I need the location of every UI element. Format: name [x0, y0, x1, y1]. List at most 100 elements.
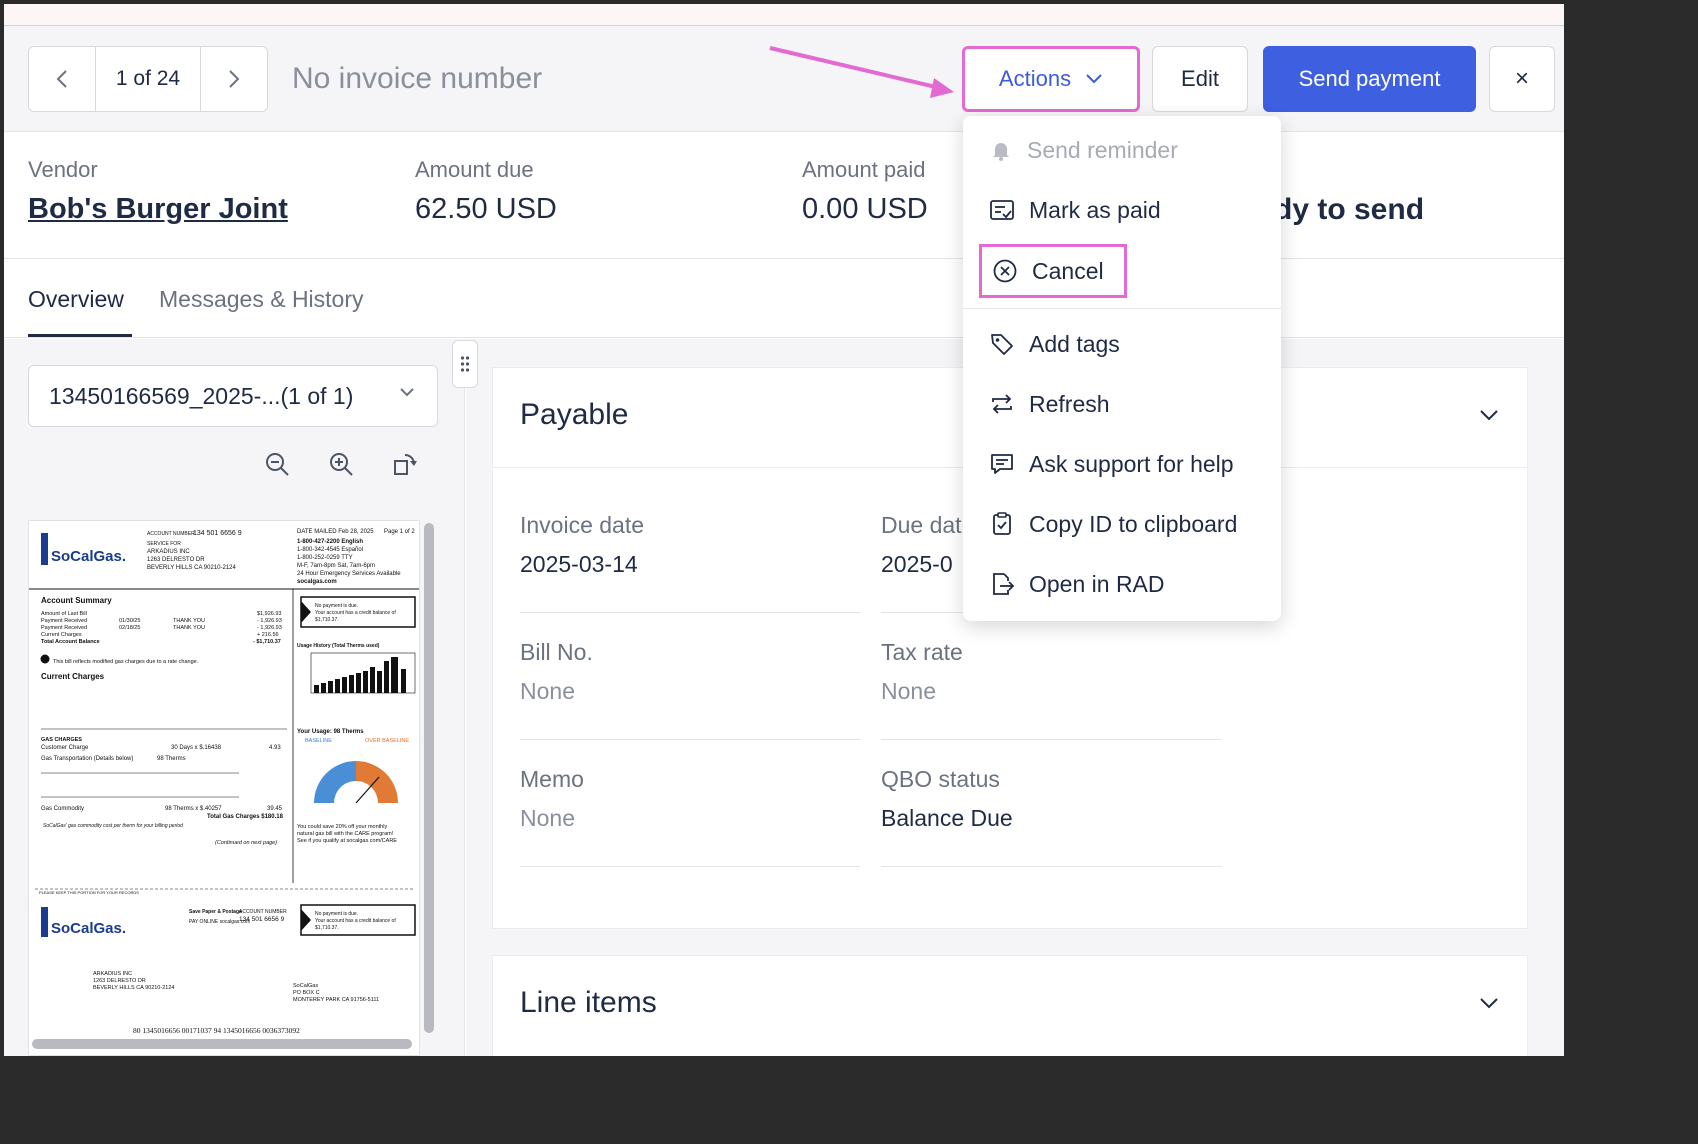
pane-resize-handle[interactable]	[452, 340, 478, 388]
bill-stub-account-label: ACCOUNT NUMBER	[239, 909, 287, 915]
actions-button[interactable]: Actions	[962, 46, 1140, 112]
menu-item-copy-id[interactable]: Copy ID to clipboard	[989, 504, 1237, 544]
rotate-icon[interactable]	[392, 451, 418, 477]
bill-no-payment-1: No payment is due.	[315, 603, 358, 609]
line-items-title: Line items	[520, 986, 657, 1019]
svg-text:- 1,926.93: - 1,926.93	[257, 625, 282, 631]
refresh-icon	[989, 391, 1015, 417]
bill-care-note-3: See if you qualify at socalgas.com/CARE	[297, 838, 397, 844]
zoom-in-icon[interactable]	[328, 451, 354, 477]
bill-customer-city: BEVERLY HILLS CA 90210-2124	[147, 565, 237, 571]
svg-text:- $1,710.37: - $1,710.37	[253, 639, 281, 645]
bill-service-for: SERVICE FOR	[147, 541, 181, 547]
menu-item-label: Add tags	[1029, 330, 1120, 357]
pager-counter: 1 of 24	[95, 47, 201, 111]
svg-text:- 1,926.93: - 1,926.93	[257, 618, 282, 624]
document-horizontal-scrollbar[interactable]	[32, 1039, 412, 1049]
svg-text:THANK YOU: THANK YOU	[173, 618, 205, 624]
svg-text:$1,926.93: $1,926.93	[257, 611, 281, 617]
menu-item-refresh[interactable]: Refresh	[989, 384, 1110, 424]
amount-paid-label: Amount paid	[802, 157, 926, 182]
menu-item-mark-as-paid[interactable]: Mark as paid	[989, 190, 1161, 230]
bill-gas-commodity-amount: 39.45	[267, 806, 283, 812]
send-payment-button[interactable]: Send payment	[1263, 46, 1476, 112]
bill-customer-name: ARKADIUS INC	[147, 549, 190, 555]
memo-label: Memo	[520, 766, 584, 792]
chevron-down-icon[interactable]	[1479, 996, 1499, 1010]
bill-gas-commodity-rate: 98 Therms x $.40257	[165, 806, 222, 812]
bell-icon	[989, 138, 1013, 162]
chevron-down-icon	[1085, 73, 1103, 85]
menu-item-ask-support[interactable]: Ask support for help	[989, 444, 1234, 484]
tab-overview[interactable]: Overview	[28, 286, 124, 313]
bill-usage-history: Usage History (Total Therms used)	[297, 643, 380, 649]
close-button[interactable]: ×	[1489, 46, 1555, 112]
bill-care-note-1: You could save 20% off your monthly	[297, 824, 387, 830]
menu-item-label: Send reminder	[1027, 136, 1178, 163]
svg-text:Payment Received: Payment Received	[41, 618, 87, 624]
bill-customer-street: 1263 DELRESTO DR	[147, 557, 205, 563]
menu-item-label: Cancel	[1032, 257, 1104, 284]
document-pane: 13450166569_2025-...(1 of 1) SoCalGas. A…	[4, 339, 465, 1056]
bill-account-number: 134 501 6656 9	[193, 530, 242, 537]
menu-item-label: Open in RAD	[1029, 570, 1165, 597]
top-strip	[4, 4, 1564, 26]
bill-remit-box: PO BOX C	[293, 990, 320, 996]
bill-page: SoCalGas. ACCOUNT NUMBER 134 501 6656 9 …	[29, 529, 419, 1035]
edit-button[interactable]: Edit	[1152, 46, 1248, 112]
qbo-status-label: QBO status	[881, 766, 1000, 792]
field-divider	[520, 866, 860, 867]
memo-field: Memo None	[520, 766, 860, 867]
invoice-title: No invoice number	[292, 62, 543, 95]
bill-preview: SoCalGas. ACCOUNT NUMBER 134 501 6656 9 …	[28, 520, 420, 1056]
bill-remit-name: SoCalGas	[293, 983, 318, 989]
menu-divider	[963, 308, 1281, 309]
invoice-date-label: Invoice date	[520, 512, 645, 538]
bill-remit-city: MONTEREY PARK CA 91756-5111	[293, 997, 379, 1003]
field-divider	[520, 612, 860, 613]
chevron-down-icon	[399, 386, 415, 398]
bill-customer-charge-amount: 4.93	[269, 745, 281, 751]
next-button[interactable]	[201, 47, 267, 111]
invoice-summary: Vendor Bob's Burger Joint Amount due 62.…	[4, 133, 1564, 259]
annotation-arrow	[769, 46, 954, 98]
vendor-link[interactable]: Bob's Burger Joint	[28, 193, 288, 226]
bill-keep-portion: PLEASE KEEP THIS PORTION FOR YOUR RECORD…	[39, 890, 139, 895]
bill-website: socalgas.com	[297, 579, 337, 585]
qbo-status-field: QBO status Balance Due	[881, 766, 1221, 867]
chat-icon	[989, 451, 1015, 477]
payable-title: Payable	[520, 398, 629, 431]
svg-text:+ 216.56: + 216.56	[257, 632, 279, 638]
file-select[interactable]: 13450166569_2025-...(1 of 1)	[28, 365, 438, 427]
bill-baseline: BASELINE	[305, 738, 332, 744]
bill-usage-bars	[314, 657, 406, 693]
bill-gas-transportation-therms: 98 Therms	[157, 756, 186, 762]
bill-no-label: Bill No.	[520, 639, 593, 665]
close-icon: ×	[1514, 65, 1529, 92]
svg-text:THANK YOU: THANK YOU	[173, 625, 205, 631]
bill-current-charges-title: Current Charges	[41, 672, 105, 681]
tax-rate-value: None	[881, 678, 936, 704]
tab-messages-history[interactable]: Messages & History	[159, 286, 364, 313]
tab-bar: Overview Messages & History	[4, 260, 1564, 338]
chevron-down-icon[interactable]	[1479, 408, 1499, 422]
menu-item-cancel[interactable]: Cancel	[979, 244, 1127, 298]
bill-gas-transportation: Gas Transportation (Details below)	[41, 756, 133, 762]
bill-brand: SoCalGas.	[51, 548, 126, 565]
zoom-out-icon[interactable]	[264, 451, 290, 477]
bill-date-mailed: DATE MAILED Feb 28, 2025	[297, 529, 374, 535]
bill-total-gas-charges: Total Gas Charges $180.18	[207, 814, 284, 820]
memo-value: None	[520, 805, 575, 831]
bill-hours: M-F, 7am-8pm Sat, 7am-6pm	[297, 563, 375, 569]
tax-rate-label: Tax rate	[881, 639, 963, 665]
menu-item-open-in-rad[interactable]: Open in RAD	[989, 564, 1165, 604]
invoice-date-value: 2025-03-14	[520, 551, 638, 577]
bill-continued: (Continued on next page)	[215, 840, 277, 846]
menu-item-add-tags[interactable]: Add tags	[989, 324, 1120, 364]
previous-button[interactable]	[29, 47, 95, 111]
bill-care-note-2: natural gas bill with the CARE program!	[297, 831, 394, 837]
bill-page-number: Page 1 of 2	[384, 529, 415, 535]
amount-due-block: Amount due 62.50 USD	[415, 157, 557, 226]
document-vertical-scrollbar[interactable]	[424, 523, 434, 1033]
menu-item-label: Copy ID to clipboard	[1029, 510, 1238, 537]
